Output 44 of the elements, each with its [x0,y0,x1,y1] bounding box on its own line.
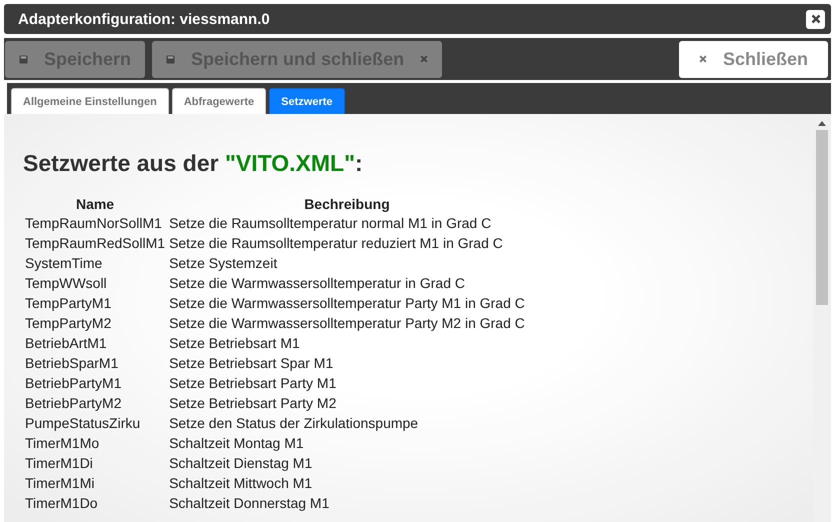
table-cell-text: Schaltzeit Dienstag M1 [168,454,314,473]
scrollbar-thumb[interactable] [816,130,828,305]
table-cell-text: TempWWsoll [24,274,108,293]
table-cell-text: TimerM1Mi [24,474,96,493]
table-cell-text: Setze die Raumsolltemperatur reduziert M1 in Grad C [168,234,504,253]
tab[interactable]: Allgemeine Einstellungen [11,88,169,114]
table-cell-text: Schaltzeit Mittwoch M1 [168,474,314,493]
table-cell-text: Schaltzeit Donnerstag M1 [168,494,330,513]
table-cell-text: BetriebSparM1 [24,354,120,373]
scroll-up-icon[interactable] [818,120,826,126]
table-cell-text: Setze die Raumsolltemperatur normal M1 in Grad C [168,214,492,233]
table-cell-text: Setze den Status der Zirkulationspumpe [168,414,420,433]
table-cell-text: Setze Betriebsart Party M2 [168,394,338,413]
tab[interactable]: Abfragewerte [172,88,266,114]
column-header: Name [74,195,116,213]
close-icon [698,55,707,63]
close-icon [810,14,820,24]
section-heading: Setzwerte aus der "VITO.XML": [23,150,364,177]
close-button[interactable]: Schließen [678,40,828,78]
table-cell-text: TempRaumRedSollM1 [24,234,166,253]
table-cell-text: BetriebArtM1 [24,334,108,353]
table-cell-text: TimerM1Di [24,454,94,473]
table-cell-text: Setze die Warmwassersolltemperatur in Grad C [168,274,466,293]
close-button[interactable] [806,10,825,28]
table-cell-text: TempPartyM1 [24,294,112,313]
table-cell-text: BetriebPartyM2 [24,394,122,413]
table-cell-text: TimerM1Mo [24,434,100,453]
table-cell-text: Setze Betriebsart M1 [168,334,301,353]
table-cell-text: PumpeStatusZirku [24,414,142,433]
table-cell-text: TimerM1Do [24,494,99,513]
table-cell-text: BetriebPartyM1 [24,374,122,393]
column-header: Bechreibung [303,195,391,213]
table-cell-text: Setze Systemzeit [168,254,278,273]
table-cell-text: Schaltzeit Montag M1 [168,434,305,453]
table-cell-text: Setze die Warmwassersolltemperatur Party M2 in Grad C [168,314,526,333]
table-cell-text: Setze die Warmwassersolltemperatur Party M1 in Grad C [168,294,526,313]
table-cell-text: TempRaumNorSollM1 [24,214,163,233]
table-cell-text: Setze Betriebsart Party M1 [168,374,338,393]
tab[interactable]: Setzwerte [269,88,345,114]
close-icon [420,55,428,63]
table-cell-text: SystemTime [24,254,104,273]
table-cell-text: Setze Betriebsart Spar M1 [168,354,334,373]
table-cell-text: TempPartyM2 [24,314,112,333]
window-title: Adapterkonfiguration: viessmann.0 [18,10,270,28]
